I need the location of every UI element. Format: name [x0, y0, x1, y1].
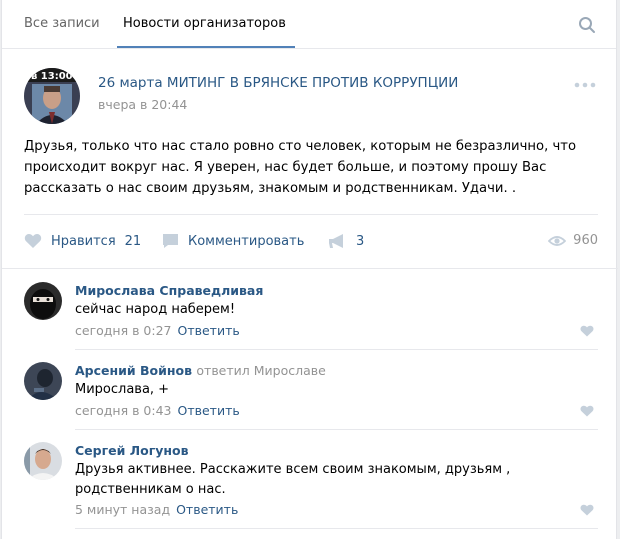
- comment-time[interactable]: сегодня в 0:43: [75, 403, 172, 418]
- comment-text: Мирослава, +: [75, 382, 170, 397]
- comment-time[interactable]: 5 минут назад: [75, 502, 170, 517]
- comment-label: Комментировать: [188, 233, 305, 249]
- like-count: 21: [124, 233, 142, 249]
- like-button[interactable]: Нравится 21: [24, 233, 141, 249]
- wall-card: Все записи Новости организаторов в 13:00…: [1, 0, 618, 539]
- reply-button[interactable]: Ответить: [178, 403, 240, 418]
- wall-tabs: Все записи Новости организаторов: [2, 0, 616, 49]
- heart-icon: [24, 234, 42, 248]
- like-label: Нравится: [51, 233, 116, 249]
- svg-text:в 13:00: в 13:00: [31, 71, 73, 82]
- comment-text: сейчас народ наберем!: [75, 302, 236, 317]
- comment-avatar[interactable]: [24, 362, 62, 400]
- actions-divider: [2, 268, 618, 269]
- comment-text: Друзья активнее. Расскажите всем своим з…: [75, 462, 511, 497]
- share-button[interactable]: 3: [328, 233, 364, 249]
- post-divider: [24, 214, 598, 215]
- active-tab-indicator: [117, 46, 295, 48]
- search-icon[interactable]: [578, 16, 596, 34]
- comment-meta: сегодня в 0:43 Ответить: [75, 403, 240, 418]
- views-count: 960: [573, 233, 598, 248]
- post-text: Друзья, только что нас стало ровно сто ч…: [24, 139, 577, 196]
- comment-divider: [75, 349, 598, 350]
- comment-heart-icon[interactable]: [580, 325, 594, 337]
- comment-heart-icon[interactable]: [580, 405, 594, 417]
- post-title[interactable]: 26 марта МИТИНГ В БРЯНСКЕ ПРОТИВ КОРРУПЦ…: [98, 75, 458, 91]
- comment-avatar[interactable]: [24, 442, 62, 480]
- comment-author[interactable]: Арсений Войнов ответил Мирославе: [75, 363, 326, 378]
- comment-avatar[interactable]: [24, 282, 62, 320]
- megaphone-icon: [329, 234, 343, 248]
- comment-author[interactable]: Мирослава Справедливая: [75, 283, 263, 298]
- comment-author[interactable]: Сергей Логунов: [75, 443, 189, 458]
- tab-organizer-news[interactable]: Новости организаторов: [123, 16, 286, 31]
- comment-time[interactable]: сегодня в 0:27: [75, 323, 172, 338]
- post-actions: Нравится 21 Комментировать 3 960: [24, 229, 598, 253]
- comment-button[interactable]: Комментировать: [162, 233, 304, 249]
- reply-button[interactable]: Ответить: [176, 502, 238, 517]
- comment-divider: [75, 429, 598, 430]
- reply-button[interactable]: Ответить: [178, 323, 240, 338]
- eye-icon: [548, 235, 567, 246]
- share-count: 3: [356, 233, 365, 249]
- comment-meta: 5 минут назад Ответить: [75, 502, 238, 517]
- comment-heart-icon[interactable]: [580, 504, 594, 516]
- post-date[interactable]: вчера в 20:44: [98, 97, 187, 112]
- more-options-icon[interactable]: [574, 82, 596, 88]
- views-counter: 960: [548, 233, 598, 248]
- post-avatar[interactable]: в 13:00: [24, 68, 80, 124]
- comment-divider: [75, 528, 598, 529]
- reply-to-label[interactable]: ответил Мирославе: [196, 363, 325, 378]
- tab-all-posts[interactable]: Все записи: [24, 16, 100, 31]
- comment-meta: сегодня в 0:27 Ответить: [75, 323, 240, 338]
- comment-icon: [163, 234, 178, 248]
